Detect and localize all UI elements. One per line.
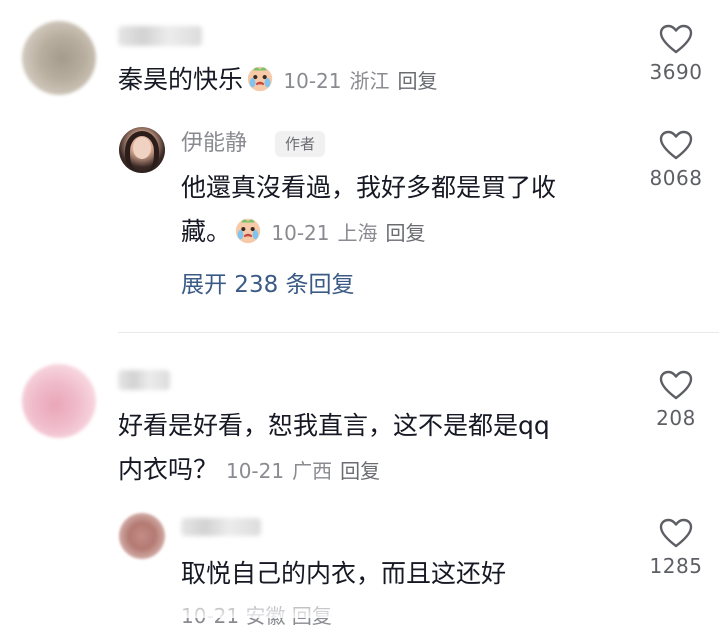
author-avatar[interactable] (119, 127, 165, 173)
reply-text-line1: 他還真沒看過，我好多都是買了收 (181, 173, 557, 202)
heart-outline-icon (659, 130, 693, 160)
reply-text: 取悦自己的内衣，而且这还好 (181, 559, 507, 588)
comment-text-line1: 好看是好看，恕我直言，这不是都是qq (118, 411, 550, 440)
reply-text-line2: 藏。 10-21 上海 回复 (181, 214, 426, 251)
reply-location: 上海 (337, 221, 378, 245)
scroll-fade (0, 594, 719, 618)
author-badge: 作者 (275, 131, 326, 157)
crying-face-emoji-icon (247, 66, 273, 92)
reply-meta: 10-21 上海 回复 (265, 221, 425, 245)
like-count: 208 (656, 406, 696, 430)
comment-body: 秦昊的快乐 (118, 65, 244, 94)
like-button[interactable]: 1285 (646, 518, 706, 578)
comment-text: 秦昊的快乐 10-21 浙江 回复 (118, 62, 438, 99)
like-count: 8068 (649, 166, 703, 190)
like-button[interactable]: 3690 (646, 24, 706, 84)
commenter-username-blurred[interactable] (118, 26, 202, 46)
comment-date: 10-21 (283, 69, 342, 93)
reply-avatar[interactable] (119, 513, 165, 559)
like-count: 1285 (649, 554, 703, 578)
like-button[interactable]: 8068 (646, 130, 706, 190)
like-button[interactable]: 208 (646, 370, 706, 430)
heart-outline-icon (659, 370, 693, 400)
reply-button[interactable]: 回复 (386, 221, 426, 245)
comment-date: 10-21 (225, 459, 285, 483)
comment-meta: 10-21 广西 回复 (226, 459, 380, 483)
heart-outline-icon (659, 518, 693, 548)
reply-button[interactable]: 回复 (340, 459, 380, 483)
commenter-avatar[interactable] (22, 21, 96, 95)
comment-location: 浙江 (349, 69, 390, 93)
reply-username-blurred[interactable] (181, 518, 261, 536)
commenter-username-blurred[interactable] (118, 370, 170, 390)
reply-button[interactable]: 回复 (398, 69, 438, 93)
comment-text-line2: 内衣吗？ 10-21 广西 回复 (118, 452, 380, 489)
crying-face-emoji-icon (235, 218, 261, 244)
reply-date: 10-21 (271, 221, 330, 245)
comment-divider (118, 332, 719, 333)
like-count: 3690 (649, 60, 703, 84)
heart-outline-icon (659, 24, 693, 54)
comment-body-end: 内衣吗？ (118, 455, 219, 484)
reply-body-end: 藏。 (181, 217, 232, 246)
commenter-avatar[interactable] (22, 364, 96, 438)
expand-replies-button[interactable]: 展开 238 条回复 (181, 270, 355, 300)
comment-meta: 10-21 浙江 回复 (277, 69, 437, 93)
reply-username[interactable]: 伊能静 (181, 130, 247, 158)
comment-location: 广西 (292, 459, 333, 483)
